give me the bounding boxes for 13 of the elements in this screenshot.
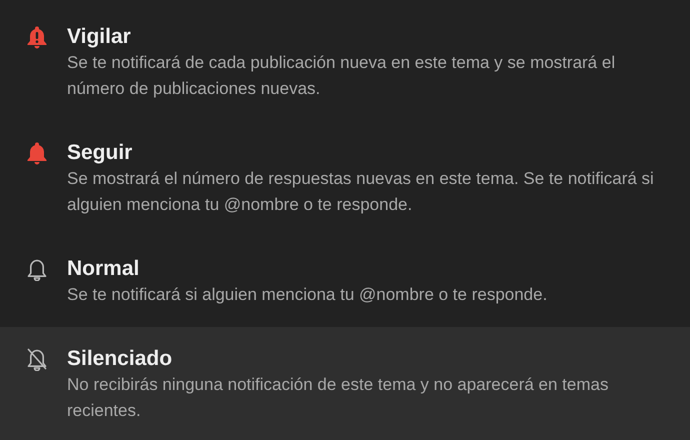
option-title: Seguir	[67, 140, 134, 166]
option-description: No recibirás ninguna notificación de este tema y no aparecerá en temas recientes.	[67, 374, 610, 422]
notification-option[interactable]: Silenciado No recibirás ninguna notificación de este tema y no aparecerá en temas recientes.	[0, 327, 690, 440]
bell-icon	[26, 141, 48, 165]
option-title: Silenciado	[67, 346, 174, 372]
option-description: Se te notificará de cada publicación nueva en este tema y se mostrará el número de publicaciones nuevas.	[67, 52, 616, 100]
option-title: Normal	[67, 256, 140, 282]
option-description: Se mostrará el número de respuestas nuevas en este tema. Se te notificará si alguien menciona tu @nombre o te responde.	[67, 168, 654, 216]
bell-off-icon	[26, 347, 48, 371]
bell-exclamation-icon	[26, 25, 48, 49]
option-title: Vigilar	[67, 24, 132, 50]
bell-outline-icon	[26, 257, 48, 281]
option-description: Se te notificará si alguien menciona tu @nombre o te responde.	[67, 284, 548, 306]
